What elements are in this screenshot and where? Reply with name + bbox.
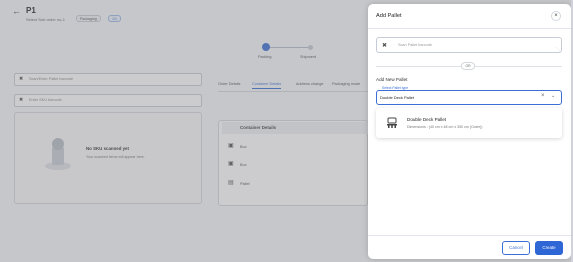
option-dimensions: Dimensions : (40 cm x 48 cm x 350 cm (Ou… xyxy=(407,125,483,129)
create-button[interactable]: Create xyxy=(535,241,563,255)
barcode-scan-icon: ✖ xyxy=(382,43,388,49)
add-pallet-drawer: Add Pallet × ✖ Scan Pallet barcode ⋱ OR … xyxy=(368,4,571,259)
pallet-icon xyxy=(387,117,397,128)
pallet-type-value: Double Deck Pallet xyxy=(380,95,415,100)
pallet-type-option[interactable] xyxy=(376,108,562,138)
pallet-type-floating-label: Select Pallet type xyxy=(380,86,411,90)
drawer-footer-divider xyxy=(368,235,571,236)
add-new-pallet-label: Add New Pallet xyxy=(376,77,408,82)
drawer-title: Add Pallet xyxy=(376,13,402,19)
pallet-barcode-placeholder: Scan Pallet barcode xyxy=(398,43,432,47)
option-name: Double Deck Pallet xyxy=(407,117,447,122)
cancel-button[interactable]: Cancel xyxy=(502,241,530,255)
clear-icon[interactable]: × xyxy=(541,93,545,99)
pallet-barcode-input[interactable]: ✖ Scan Pallet barcode ⋱ xyxy=(376,37,562,53)
chevron-down-icon[interactable]: ⌄ xyxy=(551,93,555,99)
close-icon[interactable]: × xyxy=(551,11,561,21)
drawer-header-divider xyxy=(368,28,571,29)
resize-grip-icon[interactable]: ⋱ xyxy=(556,47,560,51)
or-label: OR xyxy=(461,62,475,70)
